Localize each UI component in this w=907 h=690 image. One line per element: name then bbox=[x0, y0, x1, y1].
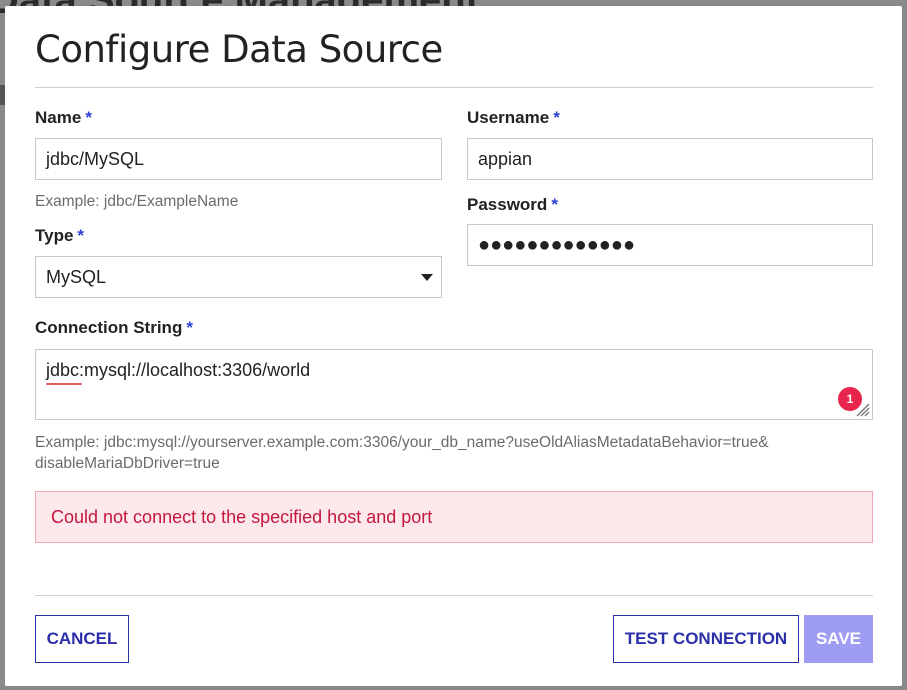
type-label-text: Type bbox=[35, 226, 74, 245]
required-indicator: * bbox=[553, 108, 560, 127]
cancel-button[interactable]: CANCEL bbox=[35, 615, 129, 663]
name-label: Name * bbox=[35, 108, 92, 128]
test-connection-button[interactable]: TEST CONNECTION bbox=[613, 615, 799, 663]
error-message: Could not connect to the specified host … bbox=[51, 506, 433, 527]
password-input[interactable]: ●●●●●●●●●●●●● bbox=[467, 224, 873, 266]
connection-string-value: jdbc:mysql://localhost:3306/world bbox=[46, 360, 311, 380]
type-select[interactable]: MySQL bbox=[35, 256, 442, 298]
required-indicator: * bbox=[77, 226, 85, 245]
type-label: Type * bbox=[35, 226, 84, 246]
dialog-title: Configure Data Source bbox=[35, 28, 443, 71]
password-label-text: Password bbox=[467, 195, 548, 214]
password-masked-value: ●●●●●●●●●●●●● bbox=[478, 233, 636, 256]
name-input-value: jdbc/MySQL bbox=[46, 148, 145, 169]
type-selected-value: MySQL bbox=[46, 266, 107, 287]
username-input[interactable]: appian bbox=[467, 138, 873, 180]
username-label-text: Username bbox=[467, 108, 550, 127]
password-label: Password * bbox=[467, 195, 558, 215]
name-hint: Example: jdbc/ExampleName bbox=[35, 193, 239, 210]
username-label: Username * bbox=[467, 108, 560, 128]
connection-string-hint-line1: Example: jdbc:mysql://yourserver.example… bbox=[35, 434, 769, 451]
footer-divider bbox=[35, 595, 873, 596]
required-indicator: * bbox=[551, 195, 558, 214]
connection-string-textarea[interactable]: jdbc:mysql://localhost:3306/world 1 bbox=[35, 349, 873, 420]
required-indicator: * bbox=[186, 318, 193, 337]
configure-data-source-dialog: Configure Data Source Name * jdbc/MySQL E… bbox=[5, 6, 902, 686]
spellcheck-underline bbox=[46, 383, 82, 385]
connection-error-banner: Could not connect to the specified host … bbox=[35, 491, 873, 543]
title-divider bbox=[35, 87, 873, 88]
resize-handle-icon[interactable] bbox=[854, 401, 870, 417]
username-input-value: appian bbox=[478, 148, 533, 169]
required-indicator: * bbox=[85, 108, 92, 127]
name-input[interactable]: jdbc/MySQL bbox=[35, 138, 442, 180]
connection-string-label: Connection String * bbox=[35, 318, 193, 338]
save-button[interactable]: SAVE bbox=[804, 615, 873, 663]
connection-string-label-text: Connection String bbox=[35, 318, 183, 337]
name-label-text: Name bbox=[35, 108, 82, 127]
connection-string-hint-line2: disableMariaDbDriver=true bbox=[35, 455, 220, 472]
chevron-down-icon bbox=[421, 274, 433, 281]
